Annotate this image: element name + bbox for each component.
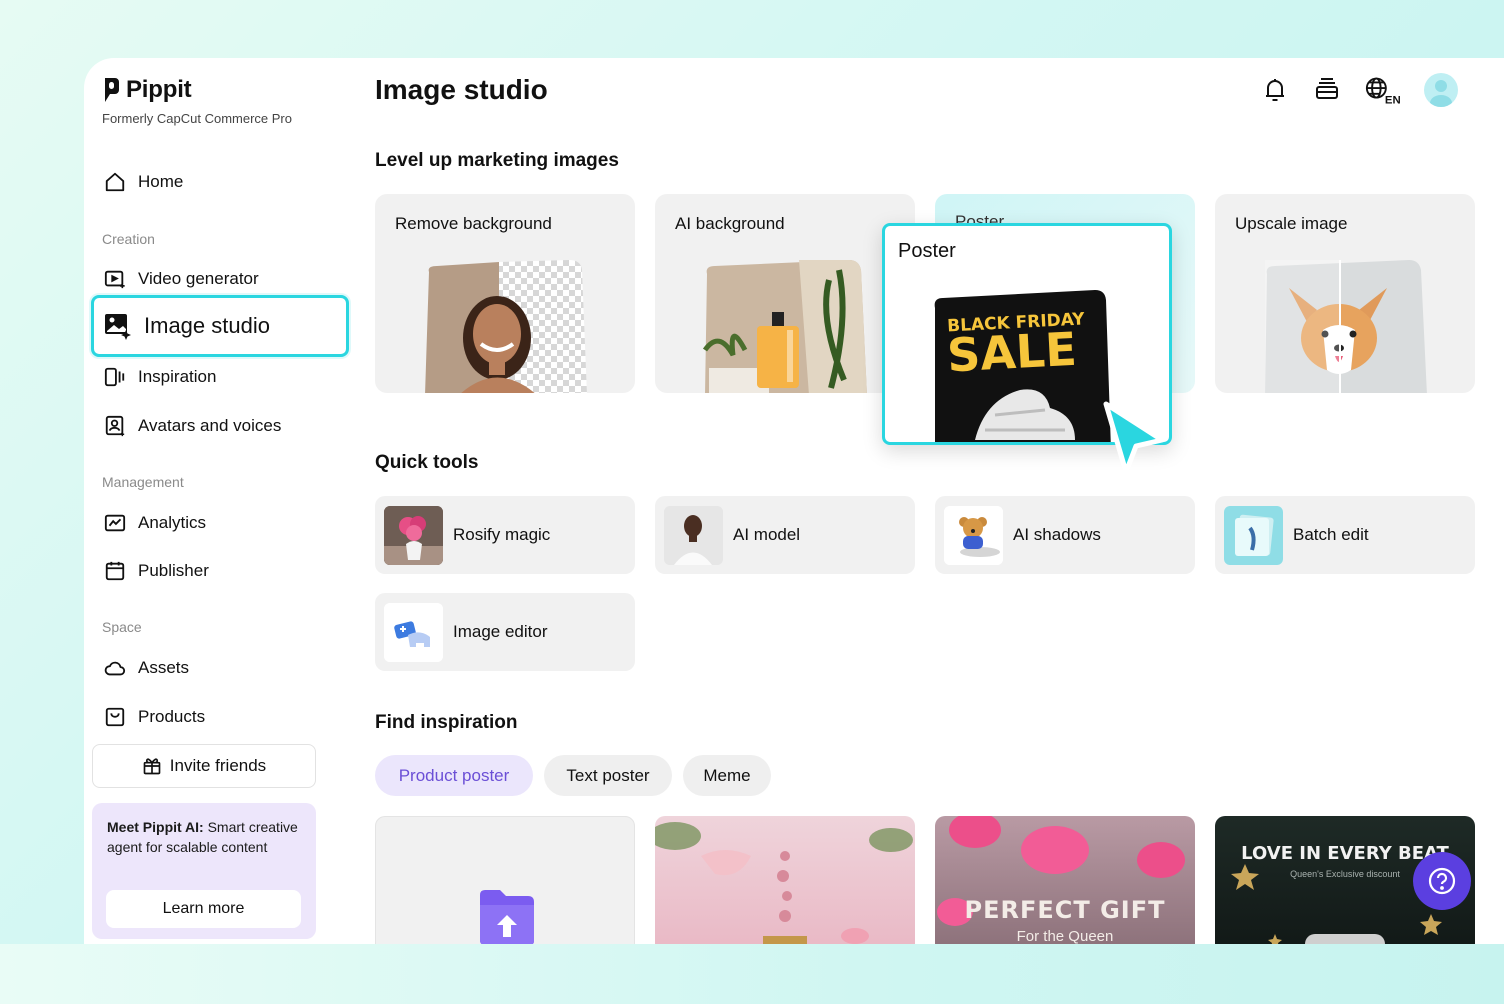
batch-edit-thumb <box>1224 505 1283 565</box>
video-generator-icon <box>104 270 125 289</box>
svg-text:EN: EN <box>1385 94 1401 105</box>
upscale-image <box>1265 260 1427 393</box>
tool-ai-shadows[interactable]: AI shadows <box>935 496 1195 574</box>
sidebar-item-home[interactable]: Home <box>104 169 183 195</box>
tool-rosify-magic[interactable]: Rosify magic <box>375 496 635 574</box>
invite-friends-button[interactable]: Invite friends <box>92 744 316 788</box>
gift-icon <box>143 758 161 775</box>
roses-background-image <box>937 816 1185 926</box>
inspiration-card-3-subtitle: For the Queen <box>1016 928 1114 944</box>
ai-shadows-thumb <box>944 505 1003 565</box>
chip-product-poster[interactable]: Product poster <box>375 755 533 796</box>
card-label: Upscale image <box>1235 214 1348 233</box>
sidebar-item-avatars[interactable]: Avatars and voices <box>104 413 281 439</box>
sidebar-item-products[interactable]: Products <box>104 704 205 730</box>
tool-image-editor[interactable]: Image editor <box>375 593 635 671</box>
inspiration-card-3-title: PERFECT GIFT <box>964 896 1166 924</box>
globe-language-icon[interactable]: EN <box>1364 75 1402 105</box>
sidebar-item-analytics[interactable]: Analytics <box>104 510 206 536</box>
bell-icon[interactable] <box>1260 75 1290 105</box>
pink-product-image <box>655 822 913 944</box>
sidebar: Pippit Formerly CapCut Commerce Pro Home… <box>84 58 354 944</box>
upload-card[interactable] <box>375 816 635 944</box>
section-title-quick-tools: Quick tools <box>375 452 479 473</box>
section-title-marketing: Level up marketing images <box>375 150 619 171</box>
image-editor-thumb <box>384 602 443 662</box>
home-icon <box>105 172 125 192</box>
sidebar-item-publisher[interactable]: Publisher <box>104 558 209 584</box>
app-name: Pippit <box>126 76 192 103</box>
card-label: AI background <box>675 214 785 233</box>
cursor-pointer-icon <box>1103 401 1165 475</box>
promo-card: Meet Pippit AI: Smart creative agent for… <box>92 803 316 939</box>
header-actions: EN <box>1260 73 1458 107</box>
sidebar-item-label: Image studio <box>144 313 270 338</box>
cloud-icon <box>104 661 126 676</box>
chip-text-poster[interactable]: Text poster <box>544 755 672 796</box>
calendar-icon <box>105 561 125 581</box>
logo[interactable]: Pippit <box>102 76 192 104</box>
sidebar-item-assets[interactable]: Assets <box>104 655 189 681</box>
avatars-icon <box>105 415 125 437</box>
card-upscale-image[interactable]: Upscale image <box>1215 194 1475 393</box>
page-title: Image studio <box>375 74 548 105</box>
inspiration-card-2[interactable] <box>655 816 915 944</box>
inspiration-card-3[interactable]: PERFECT GIFT For the Queen <box>935 816 1195 944</box>
tool-batch-edit[interactable]: Batch edit <box>1215 496 1475 574</box>
tool-label: AI model <box>733 525 801 544</box>
learn-more-button[interactable]: Learn more <box>106 890 301 928</box>
rosify-thumb <box>384 505 443 565</box>
tool-label: Image editor <box>453 622 548 641</box>
upload-folder-icon <box>480 890 534 944</box>
sidebar-item-video-generator[interactable]: Video generator <box>104 266 259 292</box>
card-ai-background[interactable]: AI background <box>655 194 915 393</box>
tool-ai-model[interactable]: AI model <box>655 496 915 574</box>
ai-background-image <box>702 260 867 393</box>
help-button[interactable] <box>1413 852 1471 910</box>
app-subtitle: Formerly CapCut Commerce Pro <box>102 111 292 126</box>
sidebar-item-label: Avatars and voices <box>138 416 282 435</box>
tool-label: Rosify magic <box>453 525 551 544</box>
section-label-space: Space <box>102 619 142 635</box>
sidebar-item-label: Assets <box>138 658 190 677</box>
products-icon <box>105 707 125 727</box>
promo-text: Meet Pippit AI: Smart creative agent for… <box>107 817 301 857</box>
remove-background-image <box>425 260 587 393</box>
section-title-inspiration: Find inspiration <box>375 712 518 733</box>
invite-friends-label: Invite friends <box>169 756 267 775</box>
sidebar-item-label: Inspiration <box>138 367 217 386</box>
sidebar-item-inspiration[interactable]: Inspiration <box>104 364 216 390</box>
tool-label: Batch edit <box>1293 525 1369 544</box>
poster-popup-label: Poster <box>898 240 956 262</box>
bottom-band <box>0 944 1504 1004</box>
sidebar-item-label: Products <box>138 707 206 726</box>
sidebar-item-label: Home <box>138 172 184 191</box>
user-avatar[interactable] <box>1424 73 1458 107</box>
inspiration-icon <box>104 367 125 387</box>
promo-bold: Meet Pippit AI: <box>107 819 204 835</box>
pippit-logo-icon <box>105 78 119 102</box>
analytics-icon <box>104 514 126 532</box>
sidebar-item-label: Video generator <box>138 269 259 288</box>
chip-meme[interactable]: Meme <box>683 755 771 796</box>
card-remove-background[interactable]: Remove background <box>375 194 635 393</box>
layers-icon[interactable] <box>1312 75 1342 105</box>
svg-text:SALE: SALE <box>946 322 1078 383</box>
sidebar-item-image-studio[interactable]: Image studio <box>91 295 349 357</box>
section-label-creation: Creation <box>102 231 155 247</box>
tool-label: AI shadows <box>1013 525 1101 544</box>
sidebar-item-label: Analytics <box>138 513 207 532</box>
question-icon <box>1428 867 1456 895</box>
section-label-management: Management <box>102 474 184 490</box>
black-friday-poster-image: BLACK FRIDAY SALE <box>934 290 1111 442</box>
sidebar-item-label: Publisher <box>138 561 209 580</box>
card-label: Remove background <box>395 214 552 233</box>
app-window: Pippit Formerly CapCut Commerce Pro Home… <box>84 58 1504 944</box>
ai-model-thumb <box>664 505 723 565</box>
image-studio-icon <box>105 314 131 340</box>
